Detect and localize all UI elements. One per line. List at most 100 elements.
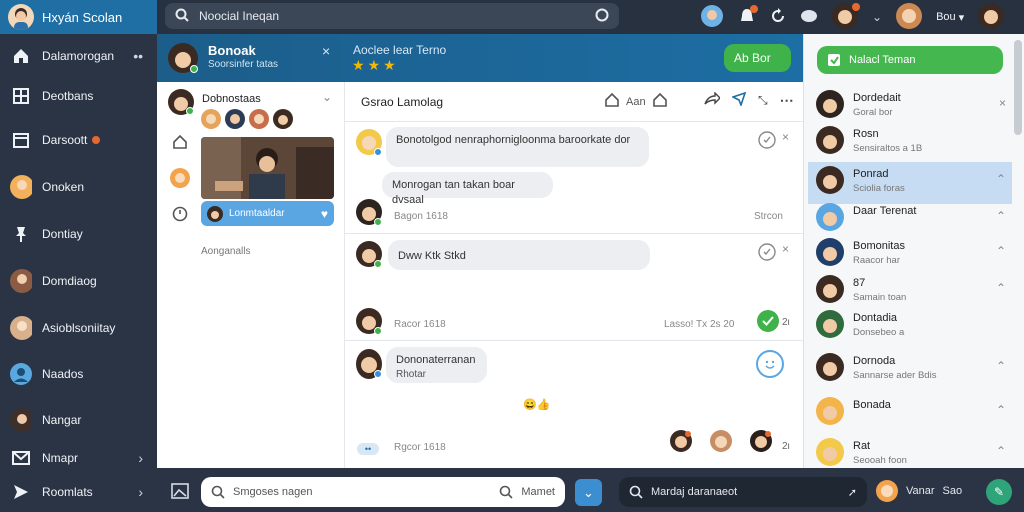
close-icon[interactable]: × — [782, 130, 789, 144]
reaction-icon[interactable]: 😄👍 — [523, 398, 550, 411]
new-friend-button[interactable]: Nalacl Teman — [817, 46, 1003, 74]
app-title: Hxyán Scolan — [42, 9, 123, 25]
new-friend-label: Nalacl Teman — [849, 54, 916, 66]
contact-row[interactable]: Dordedait Goral bor × — [808, 86, 1012, 126]
search-input[interactable]: Noocial Ineqan — [165, 3, 619, 29]
close-icon[interactable]: × — [999, 96, 1006, 110]
pin-icon — [10, 223, 32, 245]
avatar — [816, 90, 844, 118]
voice-icon[interactable] — [595, 8, 609, 25]
nav-item-dashboard[interactable]: Deotbans — [0, 76, 157, 116]
contact-row[interactable]: Dontadia Donsebeo a — [808, 306, 1012, 346]
smile-icon[interactable] — [756, 350, 784, 378]
chevron-up-icon[interactable]: ⌃ — [996, 359, 1006, 373]
contact-row[interactable]: 87 Samain toan ⌃ — [808, 271, 1012, 311]
chevron-down-icon[interactable]: ⌄ — [322, 90, 332, 104]
close-icon[interactable]: × — [782, 242, 789, 256]
share-icon[interactable] — [704, 91, 721, 109]
nav-item-people[interactable]: Nangar — [0, 400, 157, 440]
contact-row[interactable]: Bonada ⌃ — [808, 393, 1012, 433]
typing-icon: •• — [357, 443, 379, 455]
contact-name: Ponrad — [853, 168, 889, 180]
home-icon[interactable] — [604, 92, 620, 111]
expand-icon[interactable]: ⤡ — [758, 93, 768, 108]
search-icon — [211, 485, 225, 499]
avatar[interactable] — [170, 168, 190, 191]
contact-status: Sensiraltos a 1B — [853, 143, 923, 154]
clock-icon[interactable] — [172, 206, 188, 225]
nav-item-contact[interactable]: Onoken — [0, 167, 157, 207]
check-icon[interactable] — [757, 310, 779, 332]
action-button[interactable]: Ab Bor — [724, 44, 791, 72]
home-icon[interactable] — [172, 134, 188, 153]
home-icon[interactable] — [652, 92, 668, 111]
nav-item-profile[interactable]: Naados — [0, 354, 157, 394]
nav-item-rooms[interactable]: Roomlats › — [0, 472, 157, 512]
contact-name: 87 — [853, 277, 866, 289]
contact-row[interactable]: Daar Terenat ⌃ — [808, 199, 1012, 239]
reply-icon[interactable] — [758, 131, 776, 152]
nav-item-home[interactable]: Dalamorogan •• — [0, 36, 157, 76]
location-icon[interactable] — [730, 91, 747, 109]
image-icon[interactable] — [171, 483, 189, 502]
app-brand[interactable]: Hxyán Scolan — [0, 0, 157, 34]
online-dot — [374, 327, 382, 335]
avatar[interactable] — [978, 2, 1005, 32]
avatar — [876, 480, 898, 502]
contact-status: Samain toan — [853, 292, 907, 303]
heart-icon[interactable]: ♥ — [321, 207, 328, 221]
contact-row[interactable]: Ponrad Sciolia foras ⌃ — [808, 162, 1012, 204]
chevron-up-icon[interactable]: ⌃ — [996, 444, 1006, 458]
share-icon[interactable]: ➚ — [848, 486, 857, 499]
nav-item-calendar[interactable]: Darsoott — [0, 120, 157, 160]
avatar — [816, 397, 844, 425]
chevron-up-icon[interactable]: ⌃ — [996, 209, 1006, 223]
chevron-up-icon[interactable]: ⌃ — [996, 403, 1006, 417]
compose-icon[interactable]: ✎ — [986, 479, 1012, 505]
nav-item-pin[interactable]: Dontiay — [0, 214, 157, 254]
search-icon — [629, 485, 643, 499]
notification-icon[interactable] — [738, 4, 758, 28]
chevron-right-icon: › — [138, 484, 143, 500]
chevron-down-icon[interactable]: ⌄ — [575, 479, 602, 506]
nav-item-group[interactable]: Domdiaog — [0, 261, 157, 301]
tools-label: Aan — [626, 95, 646, 108]
avatar[interactable] — [896, 2, 923, 32]
nav-label: Asioblsoniitay — [42, 321, 116, 335]
avatar — [816, 310, 844, 338]
chevron-up-icon[interactable]: ⌃ — [996, 244, 1006, 258]
highlight-item[interactable]: Lonmtaaldar ♥ — [201, 201, 334, 226]
media-preview[interactable] — [201, 137, 334, 199]
user-chip[interactable]: Vanar Sao — [876, 480, 962, 502]
contact-row[interactable]: Bomonitas Raacor har ⌃ — [808, 234, 1012, 274]
chevron-up-icon[interactable]: ⌃ — [996, 172, 1006, 186]
avatar — [816, 438, 844, 466]
more-icon[interactable]: •• — [133, 48, 143, 64]
more-icon[interactable]: ⋯ — [780, 92, 794, 109]
send-icon — [10, 481, 32, 503]
nav-label: Naados — [42, 367, 84, 381]
conversation-header — [157, 34, 803, 82]
chevron-down-icon[interactable]: ⌄ — [872, 10, 882, 24]
chat-icon[interactable] — [800, 8, 818, 27]
avatar — [207, 205, 223, 222]
header-name: Bonoak — [208, 43, 256, 58]
contact-row[interactable]: Dornoda Sannarse ader Bdis ⌃ — [808, 349, 1012, 389]
header-subtitle: Soorsinfer tatas — [208, 59, 279, 70]
compose-action[interactable]: Mamet — [521, 486, 555, 498]
message-time: Rgcor 1618 — [394, 442, 446, 453]
compose-input[interactable]: Smgoses nagen Mamet — [201, 477, 565, 507]
nav-item-assistant[interactable]: Asioblsoniitay — [0, 308, 157, 348]
refresh-icon[interactable] — [770, 7, 786, 27]
contact-row[interactable]: Rosn Sensiraltos a 1B — [808, 122, 1012, 162]
reply-icon[interactable] — [758, 243, 776, 264]
global-search-label: Mardaj daranaeot — [651, 486, 738, 498]
global-search[interactable]: Mardaj daranaeot ➚ — [619, 477, 867, 507]
chevron-up-icon[interactable]: ⌃ — [996, 281, 1006, 295]
globe-icon[interactable] — [700, 4, 724, 31]
close-icon[interactable]: × — [322, 43, 330, 59]
user-label: Vanar — [906, 485, 935, 497]
avatar[interactable] — [832, 2, 860, 32]
scrollbar[interactable] — [1014, 40, 1022, 135]
user-menu[interactable]: Bou ▾ — [936, 11, 964, 24]
